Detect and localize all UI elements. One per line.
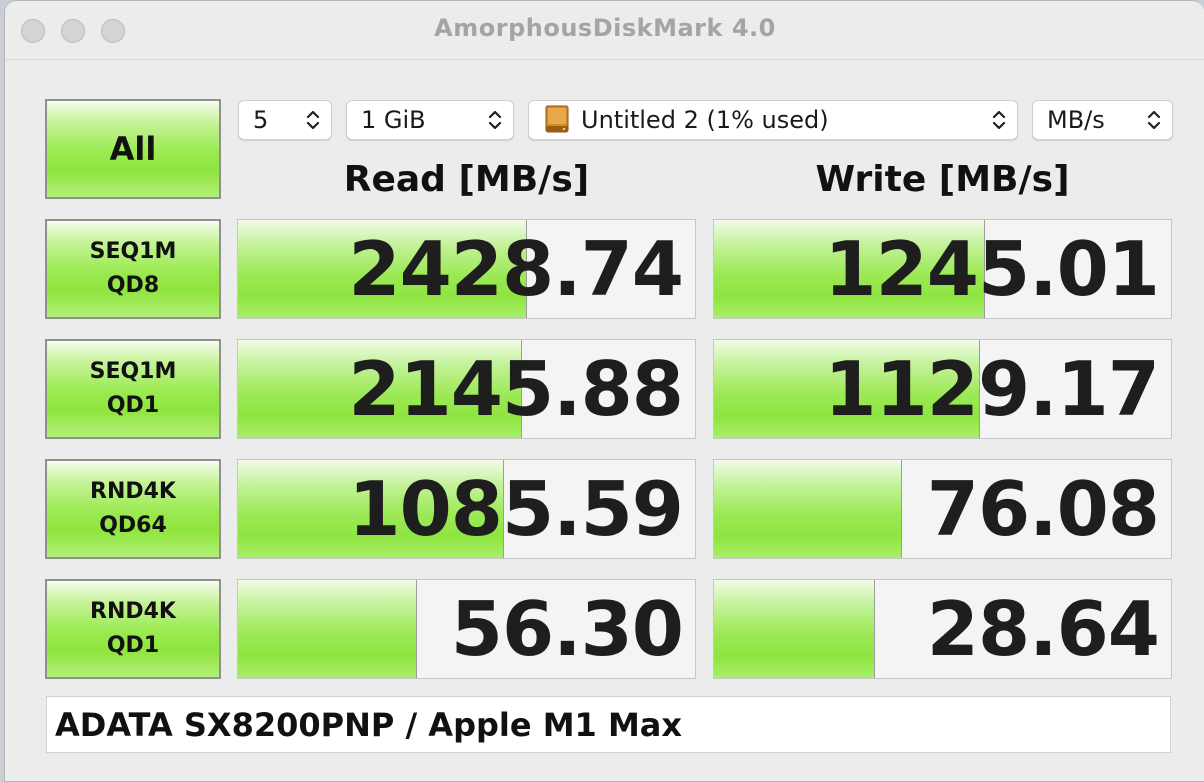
external-disk-icon — [545, 105, 569, 133]
size-select-value: 1 GiB — [361, 106, 426, 134]
chevron-updown-icon — [992, 110, 1006, 130]
window-title: AmorphousDiskMark 4.0 — [434, 14, 776, 42]
write-result-cell: 1245.01 — [713, 219, 1172, 319]
test-button-line1: SEQ1M — [89, 359, 177, 384]
device-comment-field[interactable]: ADATA SX8200PNP / Apple M1 Max — [46, 696, 1171, 753]
test-button-seq1m-qd8[interactable]: SEQ1M QD8 — [45, 219, 221, 319]
read-result-value: 1085.59 — [348, 465, 684, 553]
read-result-bar — [238, 580, 418, 678]
test-button-seq1m-qd1[interactable]: SEQ1M QD1 — [45, 339, 221, 439]
chevron-updown-icon — [488, 110, 502, 130]
test-button-line1: RND4K — [90, 479, 176, 504]
read-result-cell: 2145.88 — [237, 339, 696, 439]
title-bar: AmorphousDiskMark 4.0 — [5, 1, 1204, 60]
disk-select[interactable]: Untitled 2 (1% used) — [528, 100, 1018, 140]
read-column-header: Read [MB/s] — [343, 159, 590, 200]
test-button-line2: QD1 — [106, 633, 160, 658]
all-button[interactable]: All — [45, 99, 221, 199]
write-result-cell: 28.64 — [713, 579, 1172, 679]
chevron-updown-icon — [1147, 110, 1161, 130]
test-button-line1: SEQ1M — [89, 239, 177, 264]
read-result-cell: 56.30 — [237, 579, 696, 679]
test-button-line2: QD64 — [99, 513, 167, 538]
unit-select-value: MB/s — [1047, 106, 1105, 134]
write-result-bar — [714, 580, 875, 678]
write-result-value: 28.64 — [926, 585, 1160, 673]
read-result-cell: 1085.59 — [237, 459, 696, 559]
app-window: AmorphousDiskMark 4.0 All 5 1 GiB Untitl… — [4, 0, 1204, 782]
read-result-value: 2145.88 — [348, 345, 684, 433]
all-button-label: All — [109, 130, 157, 168]
write-column-header: Write [MB/s] — [815, 159, 1070, 200]
device-comment-text: ADATA SX8200PNP / Apple M1 Max — [55, 705, 683, 744]
write-result-value: 1245.01 — [824, 225, 1160, 313]
write-result-bar — [714, 460, 903, 558]
write-result-value: 1129.17 — [824, 345, 1160, 433]
count-select-value: 5 — [253, 106, 269, 134]
test-button-line1: RND4K — [90, 599, 176, 624]
test-button-line2: QD1 — [106, 393, 160, 418]
count-select[interactable]: 5 — [238, 100, 332, 140]
test-button-rnd4k-qd1[interactable]: RND4K QD1 — [45, 579, 221, 679]
write-result-value: 76.08 — [926, 465, 1160, 553]
read-result-value: 56.30 — [450, 585, 684, 673]
test-button-rnd4k-qd64[interactable]: RND4K QD64 — [45, 459, 221, 559]
chevron-updown-icon — [306, 110, 320, 130]
read-result-cell: 2428.74 — [237, 219, 696, 319]
unit-select[interactable]: MB/s — [1032, 100, 1173, 140]
disk-select-value: Untitled 2 (1% used) — [581, 106, 829, 134]
write-result-cell: 76.08 — [713, 459, 1172, 559]
write-result-cell: 1129.17 — [713, 339, 1172, 439]
test-button-line2: QD8 — [106, 273, 160, 298]
read-result-value: 2428.74 — [348, 225, 684, 313]
size-select[interactable]: 1 GiB — [346, 100, 514, 140]
